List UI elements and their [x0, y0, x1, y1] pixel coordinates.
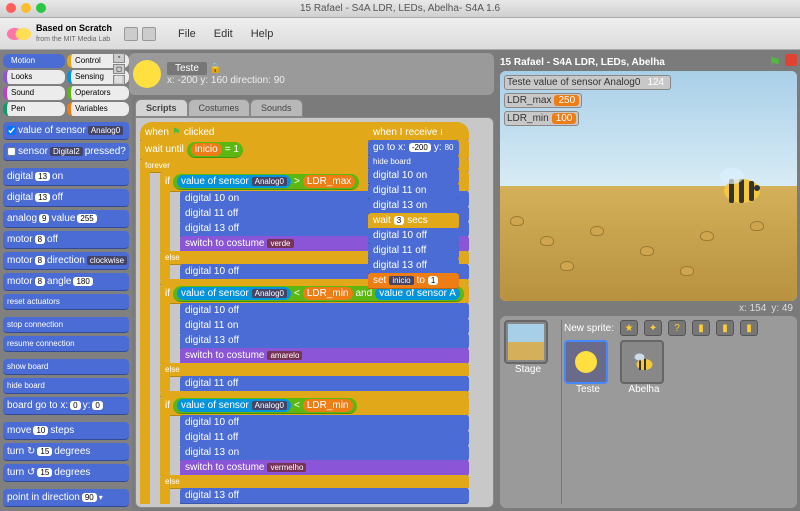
thumb-abelha[interactable]: Abelha: [620, 340, 668, 395]
menu-file[interactable]: File: [170, 25, 204, 43]
sprite-panel: Stage New sprite: ★ ✦ ? ▮ ▮ ▮ Teste Abel…: [500, 316, 797, 508]
block-palette: Motion Control Looks Sensing Sound Opera…: [0, 50, 132, 511]
tabs: Scripts Costumes Sounds: [135, 99, 494, 117]
monitor-ldrmax[interactable]: LDR_max250: [504, 93, 582, 108]
blk-hide-board[interactable]: hide board: [3, 378, 129, 394]
close-icon[interactable]: [6, 3, 16, 13]
menu-edit[interactable]: Edit: [206, 25, 241, 43]
monitor-sensor[interactable]: Teste value of sensor Analog0124: [504, 75, 671, 90]
folder-sprite-icon[interactable]: ▮: [716, 320, 734, 336]
cat-looks[interactable]: Looks: [3, 70, 65, 84]
stage-title: 15 Rafael - S4A LDR, LEDs, Abelha: [500, 57, 665, 68]
blk-analog-value[interactable]: analog 9 value 255: [3, 210, 129, 228]
cat-motion[interactable]: Motion: [3, 54, 65, 68]
blk-point-dir[interactable]: point in direction 90▾: [3, 489, 129, 507]
window-controls: [6, 3, 46, 13]
blk-reset[interactable]: reset actuators: [3, 294, 129, 310]
brand-line2: from the MIT Media Lab: [36, 36, 110, 43]
view-small-icon[interactable]: ▫: [113, 53, 125, 63]
sprite-hdr: New sprite: ★ ✦ ? ▮ ▮ ▮: [564, 320, 793, 336]
blk-turn-r[interactable]: turn ↻ 15 degrees: [3, 443, 129, 461]
tab-costumes[interactable]: Costumes: [188, 99, 251, 117]
sprite-info: Teste 🔒 x: -200 y: 160 direction: 90: [129, 53, 494, 95]
center-panel: ▫ ◻ ⬜ Teste 🔒 x: -200 y: 160 direction: …: [132, 50, 497, 511]
sprite-name[interactable]: Teste: [167, 62, 207, 75]
blk-sensor-pressed[interactable]: sensor Digital2 pressed?: [3, 143, 129, 161]
hat-receive: when I receive i: [368, 122, 459, 141]
script-receive[interactable]: when I receive i go to x: -200 y: 80 hid…: [368, 122, 459, 288]
blk-resume-conn[interactable]: resume connection: [3, 336, 129, 352]
save-icon[interactable]: [142, 27, 156, 41]
sprite-pos: x: -200 y: 160 direction: 90: [167, 75, 285, 86]
lang-icon[interactable]: [124, 27, 138, 41]
cat-variables[interactable]: Variables: [67, 102, 129, 116]
menu-bar: File Edit Help: [170, 25, 281, 43]
category-grid: Motion Control Looks Sensing Sound Opera…: [3, 54, 129, 116]
lock-icon[interactable]: 🔒: [209, 63, 221, 74]
blk-if3: if value of sensor Analog0 < LDR_min: [160, 396, 469, 416]
blk-move[interactable]: move 10 steps: [3, 422, 129, 440]
right-panel: 15 Rafael - S4A LDR, LEDs, Abelha ⚑ Test…: [497, 50, 800, 511]
chk-pressed[interactable]: [7, 147, 16, 156]
header-tools: [124, 27, 156, 41]
logo: Based on Scratch from the MIT Media Lab: [6, 23, 112, 44]
surprise-sprite-icon[interactable]: ?: [668, 320, 686, 336]
stage[interactable]: Teste value of sensor Analog0124 LDR_max…: [500, 71, 797, 301]
green-flag-icon[interactable]: ⚑: [768, 54, 781, 71]
window-title: 15 Rafael - S4A LDR, LEDs, Abelha- S4A 1…: [300, 3, 500, 14]
zoom-icon[interactable]: [36, 3, 46, 13]
blk-value-sensor[interactable]: value of sensor Analog0: [3, 122, 129, 140]
blk-motor-angle[interactable]: motor 8 angle 180: [3, 273, 129, 291]
sprite-preview: [133, 60, 161, 88]
blk-digital-off[interactable]: digital 13 off: [3, 189, 129, 207]
blk-costume-vermelho: switch to costume vermelho: [180, 460, 469, 476]
cam-sprite-icon[interactable]: ▮: [692, 320, 710, 336]
blk-motor-off[interactable]: motor 8 off: [3, 231, 129, 249]
blk-motor-dir[interactable]: motor 8 direction clockwise: [3, 252, 129, 270]
tab-sounds[interactable]: Sounds: [250, 99, 303, 117]
cat-pen[interactable]: Pen: [3, 102, 65, 116]
blk-stop-conn[interactable]: stop connection: [3, 317, 129, 333]
thumb-teste[interactable]: Teste: [564, 340, 612, 395]
import-sprite-icon[interactable]: ✦: [644, 320, 662, 336]
chk-sensor[interactable]: [7, 126, 16, 135]
blk-board-goto[interactable]: board go to x: 0 y: 0: [3, 397, 129, 415]
stage-header: 15 Rafael - S4A LDR, LEDs, Abelha ⚑: [500, 53, 797, 71]
stage-thumb-col: Stage: [504, 320, 562, 504]
stage-coords: x: 154 y: 49: [500, 301, 797, 316]
scripts-area[interactable]: when ⚑ clicked wait until inicio = 1 for…: [135, 117, 494, 508]
blk-costume-amarelo: switch to costume amarelo: [180, 348, 469, 364]
view-mid-icon[interactable]: ◻: [113, 64, 125, 74]
view-toggles: ▫ ◻ ⬜: [113, 53, 125, 95]
blk-digital-on[interactable]: digital 13 on: [3, 168, 129, 186]
flag-icon: ⚑: [172, 127, 181, 138]
paint-sprite-icon[interactable]: ★: [620, 320, 638, 336]
window-titlebar: 15 Rafael - S4A LDR, LEDs, Abelha- S4A 1…: [0, 0, 800, 18]
cat-sound[interactable]: Sound: [3, 86, 65, 100]
minimize-icon[interactable]: [21, 3, 31, 13]
tab-scripts[interactable]: Scripts: [135, 99, 188, 117]
blk-turn-l[interactable]: turn ↺ 15 degrees: [3, 464, 129, 482]
stop-icon[interactable]: [785, 54, 797, 66]
blk-show-board[interactable]: show board: [3, 359, 129, 375]
monitor-ldrmin[interactable]: LDR_min100: [504, 111, 579, 126]
brand-line1: Based on Scratch: [36, 23, 112, 33]
menu-help[interactable]: Help: [243, 25, 282, 43]
app-header: Based on Scratch from the MIT Media Lab F…: [0, 18, 800, 50]
view-full-icon[interactable]: ⬜: [113, 75, 125, 85]
new-sprite-label: New sprite:: [564, 323, 614, 334]
thumb-stage[interactable]: Stage: [504, 320, 552, 375]
bee-sprite[interactable]: [707, 166, 767, 206]
dup-sprite-icon[interactable]: ▮: [740, 320, 758, 336]
